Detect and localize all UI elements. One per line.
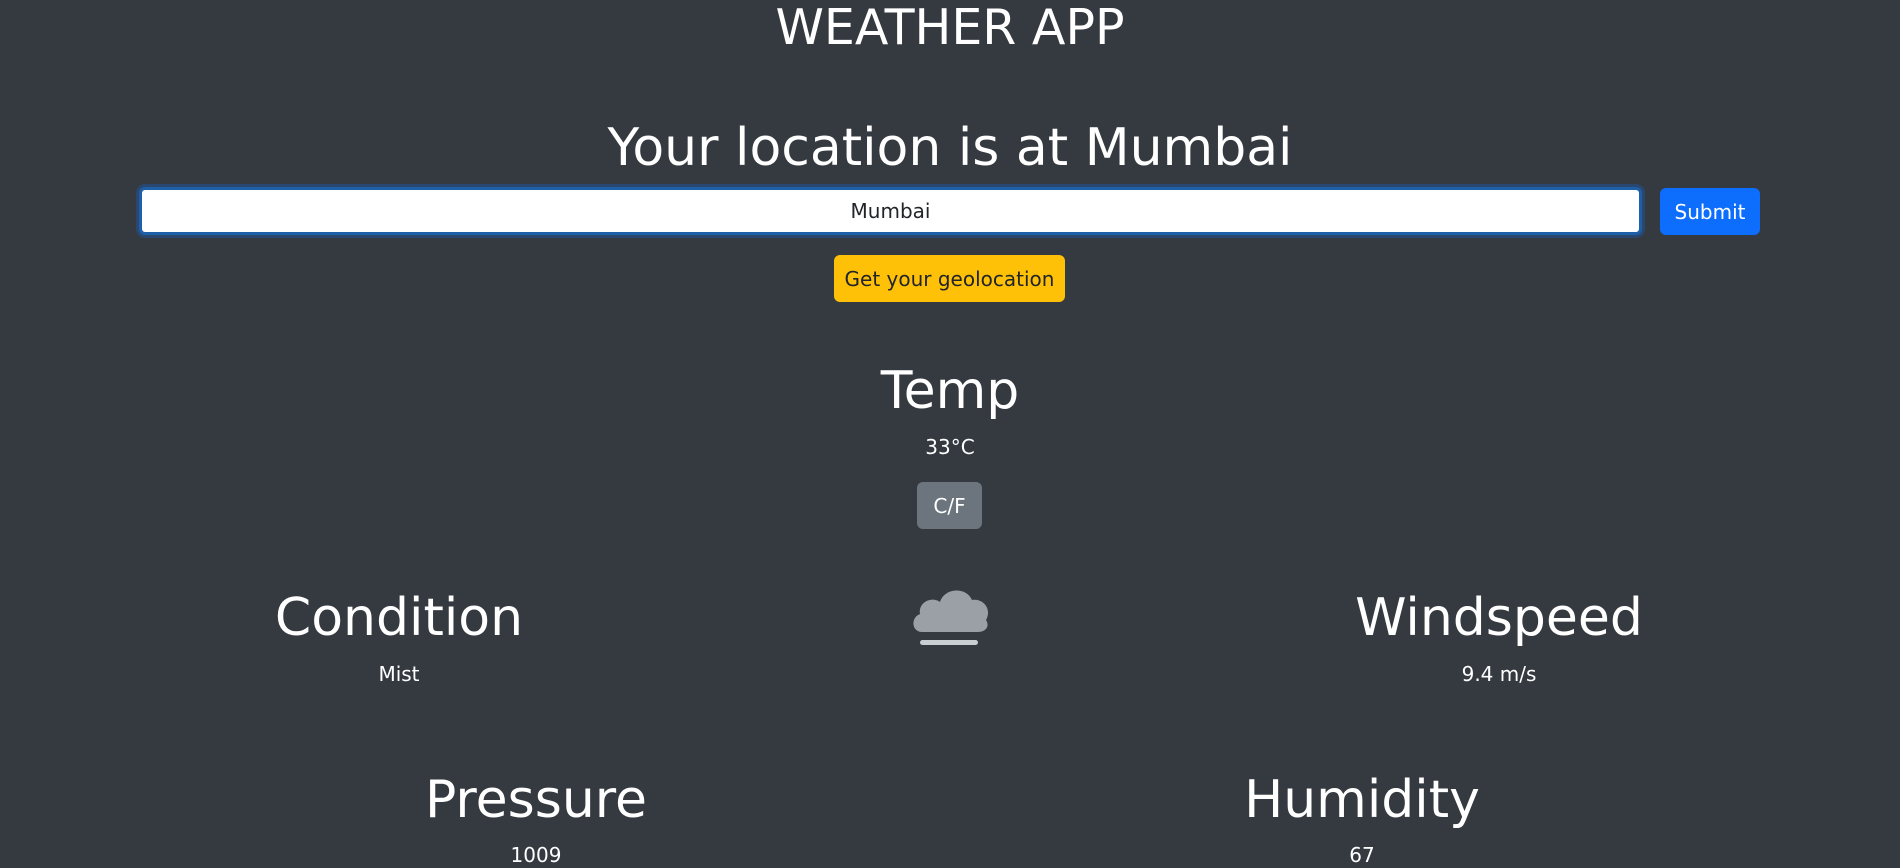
get-geolocation-button[interactable]: Get your geolocation (834, 255, 1065, 302)
location-heading: Your location is at Mumbai (607, 118, 1293, 178)
condition-label: Condition (274, 588, 524, 648)
pressure-label: Pressure (424, 770, 648, 830)
unit-toggle-button[interactable]: C/F (917, 482, 982, 529)
windspeed-value: 9.4 m/s (1461, 662, 1537, 686)
submit-button[interactable]: Submit (1660, 188, 1760, 235)
temp-label: Temp (880, 361, 1020, 421)
city-search-input[interactable] (139, 187, 1642, 235)
condition-value: Mist (378, 662, 420, 686)
mist-cloud-icon (908, 578, 992, 654)
windspeed-label: Windspeed (1355, 588, 1643, 648)
humidity-label: Humidity (1244, 770, 1480, 830)
pressure-value: 1009 (510, 843, 562, 867)
humidity-value: 67 (1349, 843, 1375, 867)
app-title: WEATHER APP (775, 0, 1125, 56)
temp-value: 33°C (925, 435, 975, 459)
